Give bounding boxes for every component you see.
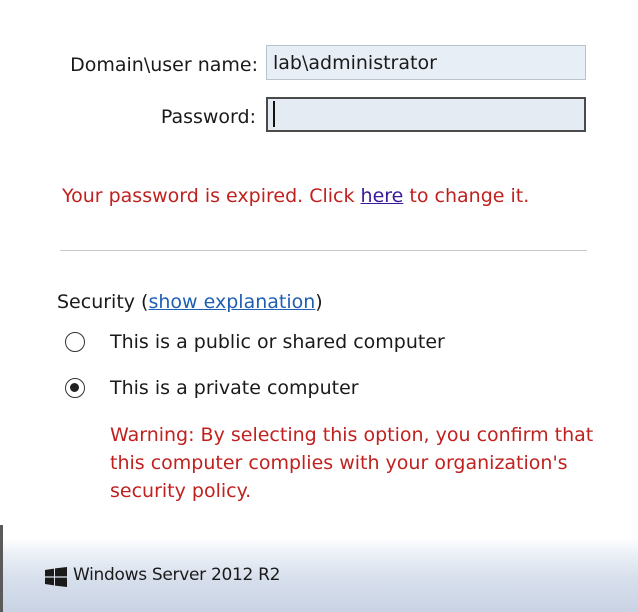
error-suffix: to change it.	[403, 185, 530, 207]
windows-logo-icon	[45, 567, 67, 587]
text-caret	[273, 101, 275, 127]
username-label: Domain\user name:	[70, 54, 258, 76]
password-expired-message: Your password is expired. Click here to …	[62, 185, 529, 207]
security-close-paren: )	[315, 291, 323, 313]
change-password-link[interactable]: here	[361, 185, 404, 207]
security-heading: Security (show explanation)	[57, 291, 323, 313]
public-computer-label[interactable]: This is a public or shared computer	[110, 331, 445, 353]
private-computer-radio[interactable]	[65, 378, 85, 398]
divider	[60, 250, 587, 251]
security-label: Security (	[57, 291, 149, 313]
private-computer-label[interactable]: This is a private computer	[110, 377, 359, 399]
error-prefix: Your password is expired. Click	[62, 185, 361, 207]
product-brand: Windows Server 2012 R2	[73, 565, 281, 585]
show-explanation-link[interactable]: show explanation	[148, 291, 315, 313]
private-computer-warning: Warning: By selecting this option, you c…	[110, 424, 594, 502]
password-input[interactable]	[266, 97, 586, 132]
footer-edge	[0, 525, 3, 612]
username-input[interactable]	[266, 45, 586, 80]
password-label: Password:	[160, 106, 256, 128]
public-computer-radio[interactable]	[65, 332, 85, 352]
